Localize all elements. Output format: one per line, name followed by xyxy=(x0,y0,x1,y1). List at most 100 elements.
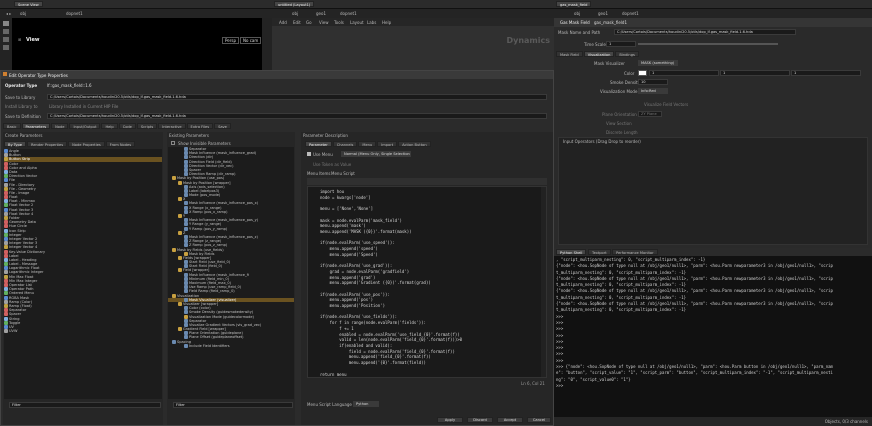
menu-go[interactable]: Go xyxy=(306,20,312,25)
tab-parameter[interactable]: Parameter xyxy=(305,141,332,147)
transform-icon[interactable] xyxy=(3,29,9,34)
tab-menu[interactable]: Menu xyxy=(358,141,377,147)
tree-label: Mode (pos_mode) xyxy=(189,193,221,198)
tab-basic[interactable]: Basic xyxy=(3,123,21,129)
tab-extra-files[interactable]: Extra Files xyxy=(186,123,214,129)
editor-scrollbar[interactable] xyxy=(541,187,546,377)
save-def-field[interactable]: C:/Users/Cortois/Documents/houdini20.5/o… xyxy=(47,113,547,119)
time-scale-field[interactable]: 1 xyxy=(606,41,636,47)
menu-layout[interactable]: Layout xyxy=(350,20,364,25)
discard-button[interactable]: Discard xyxy=(467,417,493,423)
param-icon xyxy=(178,214,182,218)
mask-vis-menu[interactable]: MASK (something) xyxy=(638,60,678,66)
create-filter[interactable]: Filter xyxy=(9,402,161,408)
net-path-obj[interactable]: obj xyxy=(292,11,298,16)
tab-parameters[interactable]: Parameters xyxy=(21,123,51,129)
script-code[interactable]: import hou node = kwargs['node'] menu = … xyxy=(320,189,462,377)
menu-tools[interactable]: Tools xyxy=(334,20,344,25)
path-obj[interactable]: obj xyxy=(20,11,26,16)
vis-mode-menu[interactable]: Info:Red xyxy=(638,88,668,94)
script-lang-select[interactable]: Python xyxy=(353,401,379,407)
tab-scene-view[interactable]: Scene View xyxy=(14,1,43,7)
script-editor[interactable]: import hou node = kwargs['node'] menu = … xyxy=(307,186,547,378)
menu-edit[interactable]: Edit xyxy=(293,20,301,25)
tab-save[interactable]: Save xyxy=(214,123,231,129)
existing-filter[interactable]: Filter xyxy=(173,402,293,408)
param-icon xyxy=(172,339,176,344)
tab-props[interactable]: gas_mask_field xyxy=(556,1,592,7)
accept-button[interactable]: Accept xyxy=(497,417,523,423)
smoke-field[interactable]: 10 xyxy=(638,79,668,85)
tab-code[interactable]: Code xyxy=(118,123,136,129)
tab-python-shell[interactable]: Python Shell xyxy=(556,249,587,255)
existing-params-heading: Existing Parameters xyxy=(169,133,210,138)
network-canvas[interactable]: Dynamics xyxy=(272,26,554,70)
vis-field-vectors[interactable]: Visualize Field Vectors xyxy=(644,102,688,107)
menu-view[interactable]: View xyxy=(319,20,329,25)
select-icon[interactable] xyxy=(3,21,9,26)
tab-scripts[interactable]: Scripts xyxy=(136,123,158,129)
plane-orient-menu[interactable]: ZY Plane xyxy=(638,111,662,117)
color-g[interactable]: 1 xyxy=(720,70,790,76)
tab-visualization[interactable]: Visualization xyxy=(583,51,615,57)
net-path-geo[interactable]: geo1 xyxy=(316,11,326,16)
rotate-icon[interactable] xyxy=(3,37,9,42)
tab-import[interactable]: Import xyxy=(377,141,398,147)
menu-labs[interactable]: Labs xyxy=(367,20,376,25)
type-item[interactable]: UVW xyxy=(4,329,162,334)
tab-textport[interactable]: Textport xyxy=(588,249,611,255)
menu-help[interactable]: Help xyxy=(382,20,391,25)
color-b[interactable]: 1 xyxy=(791,70,861,76)
prop-path-obj[interactable]: obj xyxy=(574,11,580,16)
use-menu-checkbox[interactable] xyxy=(307,152,311,156)
param-tree[interactable]: Separator Mask Influence (mask_influence_… xyxy=(168,147,294,399)
scene-viewport[interactable]: View ⊞ Persp No cam xyxy=(12,18,262,70)
param-icon xyxy=(184,222,188,227)
save-lib-field[interactable]: C:/Users/Cortois/Documents/houdini20.5/o… xyxy=(47,94,547,100)
type-list[interactable]: Angle Button Button Strip Color Color and Al… xyxy=(4,149,162,399)
status-text: Objects, 0/3 channels xyxy=(824,419,868,424)
persp-menu[interactable]: Persp xyxy=(222,37,239,44)
tab-by-type[interactable]: By Type xyxy=(4,141,26,147)
save-lib-label: Save to Library xyxy=(5,95,36,100)
tab-interactive[interactable]: Interactive xyxy=(158,123,186,129)
path-field[interactable]: C:/Users/Cortois/Documents/houdini20.5/o… xyxy=(614,29,796,35)
tab-bindings[interactable]: Bindings xyxy=(615,51,639,57)
tab-node-properties[interactable]: Node Properties xyxy=(68,141,105,147)
use-menu-select[interactable]: Normal (Menu Only, Single Selection) xyxy=(341,151,411,157)
tab-network[interactable]: untitled (Layout1) xyxy=(274,1,315,7)
param-icon xyxy=(172,247,176,252)
tab-render-properties[interactable]: Render Properties xyxy=(27,141,68,147)
tab-perf-monitor[interactable]: Performance Monitor xyxy=(612,249,658,255)
tab-input-output[interactable]: Input/Output xyxy=(69,123,101,129)
back-icon[interactable]: ◂ ▸ xyxy=(6,11,11,16)
color-swatch[interactable] xyxy=(638,70,647,76)
show-invisible-checkbox[interactable] xyxy=(171,141,175,145)
tab-channels[interactable]: Channels xyxy=(332,141,358,147)
tab-from-nodes[interactable]: From Nodes xyxy=(105,141,136,147)
menu-add[interactable]: Add xyxy=(279,20,287,25)
cancel-button[interactable]: Cancel xyxy=(527,417,551,423)
tab-mask-field[interactable]: Mask Field xyxy=(556,51,583,57)
menu-script-radio[interactable]: Menu Script xyxy=(331,171,355,176)
tab-action-button[interactable]: Action Button xyxy=(398,141,431,147)
scale-icon[interactable] xyxy=(3,45,9,50)
menu-items-radio[interactable]: Menu Items xyxy=(307,171,330,176)
tab-help[interactable]: Help xyxy=(101,123,118,129)
node-name[interactable]: gas_mask_field1 xyxy=(594,20,627,25)
path-dopnet[interactable]: dopnet1 xyxy=(66,11,83,16)
net-path-dop[interactable]: dopnet1 xyxy=(340,11,357,16)
python-console-output[interactable]: , "script_multiparm_nesting": 0, "script… xyxy=(556,257,870,415)
color-r[interactable]: 1 xyxy=(649,70,719,76)
apply-button[interactable]: Apply xyxy=(437,417,463,423)
tab-node[interactable]: Node xyxy=(51,123,69,129)
prop-path-dop[interactable]: dopnet1 xyxy=(622,11,639,16)
prop-path-geo[interactable]: geo1 xyxy=(598,11,608,16)
time-scale-slider[interactable] xyxy=(638,43,778,45)
use-token-label[interactable]: Use Token as Value xyxy=(313,162,351,167)
camera-menu[interactable]: No cam xyxy=(240,37,262,44)
console-tabbar: Python Shell Textport Performance Monito… xyxy=(554,248,872,256)
input-operators-box[interactable]: Input Operators (Drag Drop to reorder) xyxy=(558,137,868,245)
tree-item[interactable]: Include Field Identifiers xyxy=(168,343,294,348)
install-value[interactable]: Library Installed in Current HIP File xyxy=(49,104,118,109)
